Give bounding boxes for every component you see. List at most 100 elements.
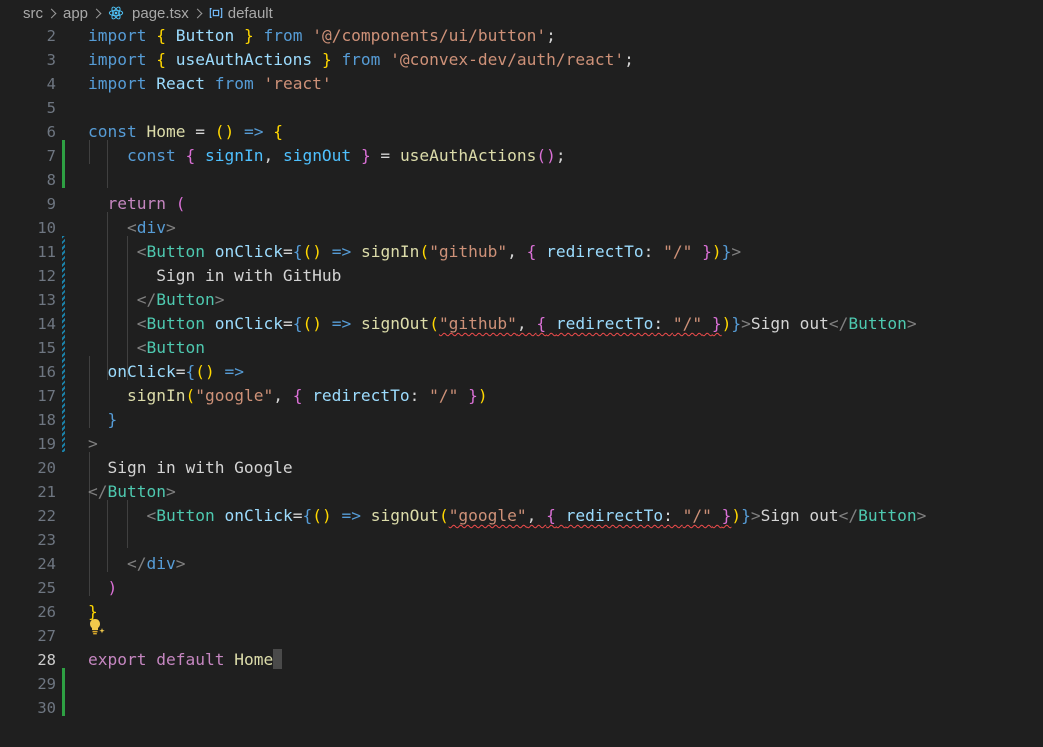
line-number: 16 bbox=[37, 363, 56, 381]
code-token: } bbox=[702, 242, 712, 261]
line-number: 12 bbox=[37, 267, 56, 285]
code-line[interactable]: 25 ) bbox=[0, 576, 1043, 600]
code-token: ( bbox=[185, 386, 196, 405]
code-token: > bbox=[165, 482, 176, 501]
code-line[interactable]: 12 Sign in with GitHub bbox=[0, 264, 1043, 288]
breadcrumb-item-file[interactable]: page.tsx bbox=[132, 5, 189, 22]
code-token: Sign in with Google bbox=[88, 458, 293, 477]
code-line[interactable]: 4 import React from 'react' bbox=[0, 72, 1043, 96]
line-number: 29 bbox=[37, 675, 56, 693]
line-number: 30 bbox=[37, 699, 56, 717]
code-token: } bbox=[243, 26, 254, 45]
line-number: 23 bbox=[37, 531, 56, 549]
code-text: } bbox=[88, 408, 118, 432]
code-token: const bbox=[126, 146, 176, 165]
code-line[interactable]: 21 </Button> bbox=[0, 480, 1043, 504]
code-token: Sign in with GitHub bbox=[88, 266, 342, 285]
line-number: 26 bbox=[37, 603, 56, 621]
code-token: ) bbox=[721, 314, 732, 333]
code-line[interactable]: 5 bbox=[0, 96, 1043, 120]
code-token: } bbox=[741, 506, 751, 525]
code-line[interactable]: 27 bbox=[0, 624, 1043, 648]
line-number: 11 bbox=[37, 243, 56, 261]
code-line[interactable]: 28 export default Home bbox=[0, 648, 1043, 672]
code-line[interactable]: 13 </Button> bbox=[0, 288, 1043, 312]
code-token: ; bbox=[555, 146, 566, 165]
breadcrumb-item-symbol[interactable]: default bbox=[228, 5, 273, 22]
code-line[interactable]: 8 bbox=[0, 168, 1043, 192]
code-token: 'react' bbox=[263, 74, 332, 93]
code-token: { bbox=[156, 26, 166, 45]
code-token: redirectTo bbox=[546, 242, 644, 261]
code-line[interactable]: 10 <div> bbox=[0, 216, 1043, 240]
code-line[interactable]: 16 onClick={() => bbox=[0, 360, 1043, 384]
breadcrumb-item-app[interactable]: app bbox=[63, 5, 88, 22]
code-line[interactable]: 11 <Button onClick={() => signIn("github… bbox=[0, 240, 1043, 264]
code-token: from bbox=[263, 26, 303, 45]
code-line[interactable]: 2 import { Button } from '@/components/ui… bbox=[0, 24, 1043, 48]
code-line[interactable]: 26} bbox=[0, 600, 1043, 624]
code-token: div bbox=[136, 218, 166, 237]
line-number: 13 bbox=[37, 291, 56, 309]
breadcrumb-item-src[interactable]: src bbox=[23, 5, 43, 22]
code-line[interactable]: 23 bbox=[0, 528, 1043, 552]
code-token: </ bbox=[136, 290, 157, 309]
code-line[interactable]: 3 import { useAuthActions } from '@convex… bbox=[0, 48, 1043, 72]
code-token: { bbox=[185, 362, 196, 381]
code-token: { bbox=[546, 506, 556, 525]
code-token: signIn bbox=[204, 146, 264, 165]
code-line[interactable]: 9 return ( bbox=[0, 192, 1043, 216]
code-line[interactable]: 15 <Button bbox=[0, 336, 1043, 360]
code-text: <div> bbox=[88, 216, 176, 240]
code-line[interactable]: 6 const Home = () => { bbox=[0, 120, 1043, 144]
code-text: <Button onClick={() => signOut("google",… bbox=[88, 504, 926, 528]
code-line[interactable]: 30 bbox=[0, 696, 1043, 720]
code-token: Button bbox=[156, 506, 215, 525]
code-line[interactable]: 29 bbox=[0, 672, 1043, 696]
code-line[interactable]: 24 </div> bbox=[0, 552, 1043, 576]
code-token: : bbox=[409, 386, 430, 405]
lightbulb-sparkle-icon[interactable] bbox=[88, 617, 106, 637]
code-token: = bbox=[370, 146, 400, 165]
line-number: 8 bbox=[46, 171, 56, 189]
code-token: onClick bbox=[214, 314, 283, 333]
code-line[interactable]: 17 signIn("google", { redirectTo: "/" }) bbox=[0, 384, 1043, 408]
code-token: } bbox=[711, 314, 722, 333]
code-text: import { Button } from '@/components/ui/… bbox=[88, 24, 556, 48]
code-text: <Button bbox=[88, 336, 205, 360]
code-text: return ( bbox=[88, 192, 186, 216]
code-line[interactable]: 7 const { signIn, signOut } = useAuthAct… bbox=[0, 144, 1043, 168]
code-token: () bbox=[195, 362, 215, 381]
code-token: redirectTo bbox=[565, 506, 664, 525]
code-line[interactable]: 18 } bbox=[0, 408, 1043, 432]
code-line[interactable]: 22 <Button onClick={() => signOut("googl… bbox=[0, 504, 1043, 528]
code-line[interactable]: 20 Sign in with Google bbox=[0, 456, 1043, 480]
code-editor[interactable]: 2 import { Button } from '@/components/ui… bbox=[0, 24, 1043, 747]
code-token: Button bbox=[858, 506, 917, 525]
code-token: , bbox=[516, 314, 537, 333]
code-token: redirectTo bbox=[312, 386, 410, 405]
code-text: const Home = () => { bbox=[88, 120, 283, 144]
code-token: </ bbox=[828, 314, 849, 333]
code-token: Home bbox=[146, 122, 186, 141]
code-token: Button bbox=[146, 338, 205, 357]
code-line[interactable]: 14 <Button onClick={() => signOut("githu… bbox=[0, 312, 1043, 336]
code-token: ) bbox=[711, 242, 722, 261]
code-line[interactable]: 19 > bbox=[0, 432, 1043, 456]
code-token: ; bbox=[624, 50, 634, 69]
